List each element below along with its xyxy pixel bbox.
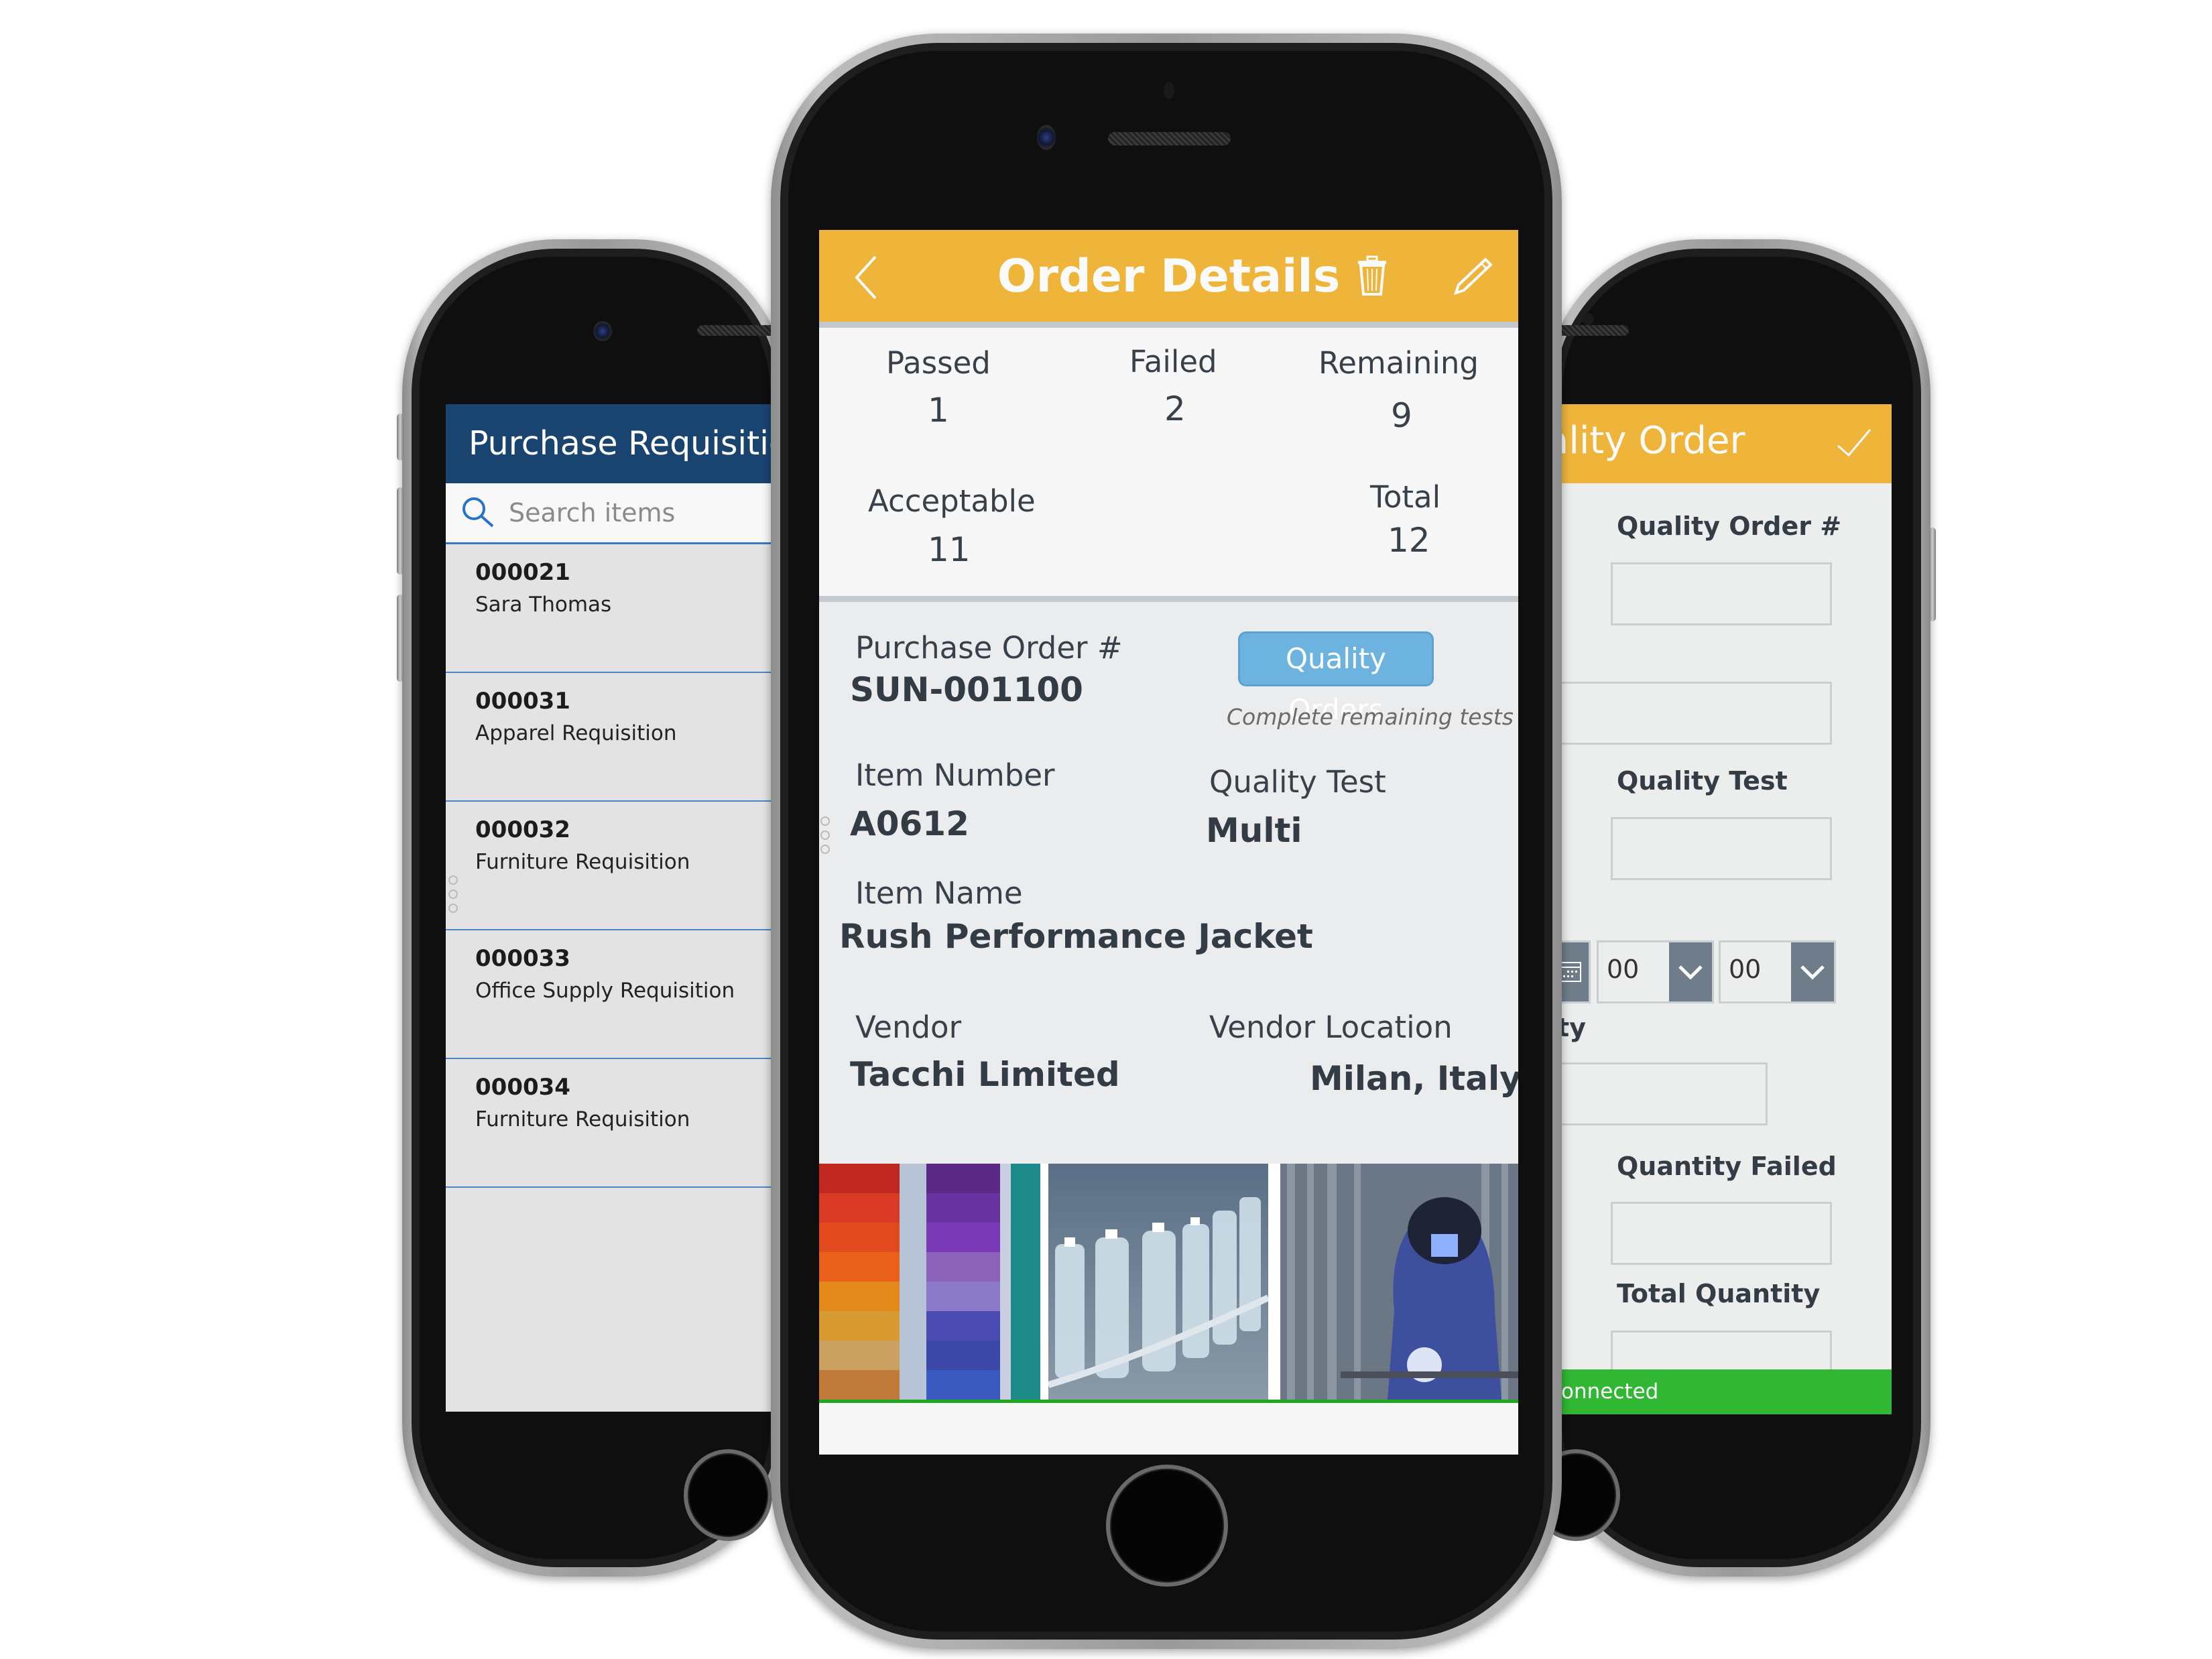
total-label: Total xyxy=(1370,479,1441,515)
trash-icon[interactable] xyxy=(1355,255,1389,297)
vendor-location-value: Milan, Italy xyxy=(1310,1059,1518,1098)
requisition-id: 000031 xyxy=(475,688,570,715)
page-title: ality Order xyxy=(1550,419,1745,463)
wide-field-input[interactable] xyxy=(1550,682,1832,745)
requisition-name: Sara Thomas xyxy=(475,593,612,617)
remaining-label: Remaining xyxy=(1318,345,1479,381)
list-item[interactable]: 000034 Furniture Requisition xyxy=(446,1059,781,1188)
thread-spools-photo[interactable] xyxy=(819,1164,1040,1400)
left-phone: Purchase Requisitio 000021 Sara Thomas 0… xyxy=(397,239,791,1577)
proximity-sensor xyxy=(1582,313,1594,325)
vendor-location-label: Vendor Location xyxy=(1209,1009,1453,1045)
failed-value: 2 xyxy=(1164,389,1186,428)
search-bar xyxy=(446,483,781,544)
requisition-name: Furniture Requisition xyxy=(475,850,690,874)
requisition-name: Furniture Requisition xyxy=(475,1107,690,1131)
list-item[interactable]: 000032 Furniture Requisition xyxy=(446,802,781,930)
volume-up-button xyxy=(397,487,404,574)
requisition-id: 000032 xyxy=(475,816,570,843)
purchase-order-label: Purchase Order # xyxy=(855,630,1123,666)
acceptable-value: 11 xyxy=(928,530,971,569)
total-value: 12 xyxy=(1388,521,1430,560)
quality-order-screen: ality Order Quality Order # Quality Test… xyxy=(1550,404,1892,1414)
footer-area xyxy=(819,1403,1518,1455)
list-item[interactable]: 000031 Apparel Requisition xyxy=(446,673,781,802)
divider xyxy=(819,596,1518,602)
drag-handle-icon[interactable] xyxy=(820,816,830,859)
passed-label: Passed xyxy=(886,345,991,381)
header-bar: ality Order xyxy=(1550,404,1892,483)
right-phone: ality Order Quality Order # Quality Test… xyxy=(1532,239,1936,1577)
quality-test-value: Multi xyxy=(1206,811,1302,850)
search-input[interactable] xyxy=(507,497,765,528)
home-button[interactable] xyxy=(684,1449,772,1541)
order-detail-fields: Purchase Order # SUN-001100 Quality Orde… xyxy=(819,602,1518,1164)
minute-value: 00 xyxy=(1729,955,1762,984)
page-title: Purchase Requisitio xyxy=(446,404,781,483)
bottling-line-photo[interactable] xyxy=(1048,1164,1268,1400)
minute-dropdown-toggle[interactable] xyxy=(1791,942,1834,1001)
quality-test-input[interactable] xyxy=(1611,817,1832,880)
vendor-label: Vendor xyxy=(855,1009,962,1045)
hour-dropdown[interactable]: 00 xyxy=(1597,940,1714,1003)
checkmark-icon[interactable] xyxy=(1834,424,1874,465)
item-name-value: Rush Performance Jacket xyxy=(839,917,1313,956)
front-camera xyxy=(593,321,612,341)
failed-label: Failed xyxy=(1129,344,1217,379)
list-item[interactable]: 000021 Sara Thomas xyxy=(446,544,781,673)
search-icon[interactable] xyxy=(458,493,498,533)
quality-test-label: Quality Test xyxy=(1617,766,1788,796)
purchase-requisitions-screen: Purchase Requisitio 000021 Sara Thomas 0… xyxy=(446,404,781,1412)
requisition-id: 000021 xyxy=(475,559,570,586)
drag-handle-icon[interactable] xyxy=(448,875,458,918)
hour-value: 00 xyxy=(1607,955,1640,984)
vendor-value: Tacchi Limited xyxy=(850,1055,1120,1094)
quality-order-number-label: Quality Order # xyxy=(1617,511,1842,541)
earpiece-speaker xyxy=(1108,132,1231,145)
connection-status-bar: connected xyxy=(1550,1369,1892,1414)
quantity-input[interactable] xyxy=(1550,1062,1768,1125)
power-button xyxy=(1929,528,1936,621)
mute-switch xyxy=(397,414,404,460)
purchase-order-value: SUN-001100 xyxy=(850,670,1083,709)
quality-order-number-input[interactable] xyxy=(1611,562,1832,625)
item-number-label: Item Number xyxy=(855,757,1055,793)
proximity-sensor xyxy=(1164,82,1174,99)
quality-test-label: Quality Test xyxy=(1209,764,1386,800)
quantity-failed-label: Quantity Failed xyxy=(1617,1152,1837,1181)
divider xyxy=(819,322,1518,328)
chevron-down-icon xyxy=(1678,965,1703,980)
pencil-icon[interactable] xyxy=(1449,255,1496,300)
item-number-value: A0612 xyxy=(850,804,969,843)
requisition-id: 000034 xyxy=(475,1074,570,1101)
acceptable-label: Acceptable xyxy=(868,483,1036,519)
header-bar: Order Details xyxy=(819,230,1518,322)
remaining-value: 9 xyxy=(1391,396,1412,435)
requisition-id: 000033 xyxy=(475,945,570,972)
requisition-name: Office Supply Requisition xyxy=(475,979,735,1003)
quality-orders-button[interactable]: Quality Orders xyxy=(1238,631,1434,726)
hour-dropdown-toggle[interactable] xyxy=(1669,942,1712,1001)
center-phone: Order Details Passed 1 Failed 2 Remainin… xyxy=(771,34,1562,1649)
product-image-strip xyxy=(819,1164,1518,1403)
test-summary: Passed 1 Failed 2 Remaining 9 Acceptable… xyxy=(819,328,1518,596)
front-camera xyxy=(1037,125,1056,150)
chevron-down-icon xyxy=(1800,965,1825,980)
item-name-label: Item Name xyxy=(855,875,1023,911)
page-title: Order Details xyxy=(997,250,1341,303)
total-quantity-label: Total Quantity xyxy=(1617,1279,1821,1308)
welder-photo[interactable] xyxy=(1280,1164,1518,1400)
volume-down-button xyxy=(397,595,404,682)
minute-dropdown[interactable]: 00 xyxy=(1719,940,1836,1003)
requisition-name: Apparel Requisition xyxy=(475,721,677,745)
passed-value: 1 xyxy=(928,391,949,430)
order-details-screen: Order Details Passed 1 Failed 2 Remainin… xyxy=(819,230,1518,1455)
list-item[interactable]: 000033 Office Supply Requisition xyxy=(446,930,781,1059)
home-button[interactable] xyxy=(1106,1465,1228,1587)
quantity-failed-input[interactable] xyxy=(1611,1202,1832,1265)
quality-orders-hint: Complete remaining tests xyxy=(1227,704,1514,730)
